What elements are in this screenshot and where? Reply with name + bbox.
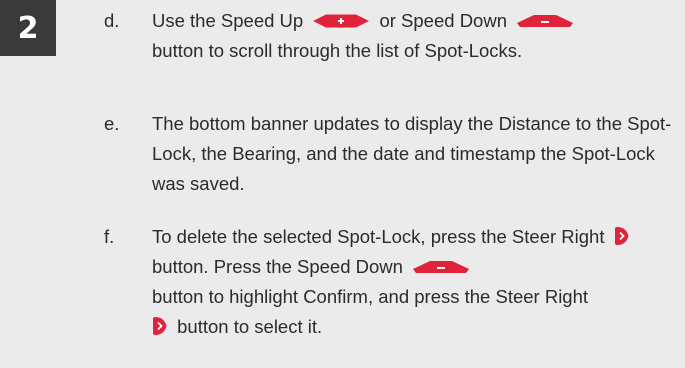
- item-text: Use the Speed Up or Speed Down button to…: [152, 6, 685, 66]
- item-marker: d.: [104, 10, 120, 31]
- item-text-part: button. Press the Speed Down: [152, 256, 403, 277]
- list-item-f: f. To delete the selected Spot-Lock, pre…: [104, 222, 685, 342]
- list-item-e: e. The bottom banner updates to display …: [104, 109, 685, 199]
- item-text-part: To delete the selected Spot-Lock, press …: [152, 226, 605, 247]
- speed-down-icon: [516, 13, 574, 29]
- speed-down-icon: [412, 259, 470, 275]
- list-item-d: d. Use the Speed Up or Speed Down button…: [104, 6, 685, 66]
- item-text-part: button to highlight Confirm, and press t…: [152, 286, 589, 307]
- item-text-part: or Speed Down: [379, 10, 507, 31]
- item-text-part: button to scroll through the list of Spo…: [152, 40, 523, 61]
- steer-right-icon: [614, 225, 630, 247]
- item-text-part: button to select it.: [177, 316, 323, 337]
- item-text: The bottom banner updates to display the…: [152, 113, 672, 194]
- item-marker: e.: [104, 113, 120, 134]
- item-text: To delete the selected Spot-Lock, press …: [152, 222, 685, 342]
- item-text-part: Use the Speed Up: [152, 10, 304, 31]
- step-number-badge: 2: [0, 0, 56, 56]
- item-marker: f.: [104, 226, 115, 247]
- steer-right-icon: [152, 315, 168, 337]
- speed-up-icon: [312, 13, 370, 29]
